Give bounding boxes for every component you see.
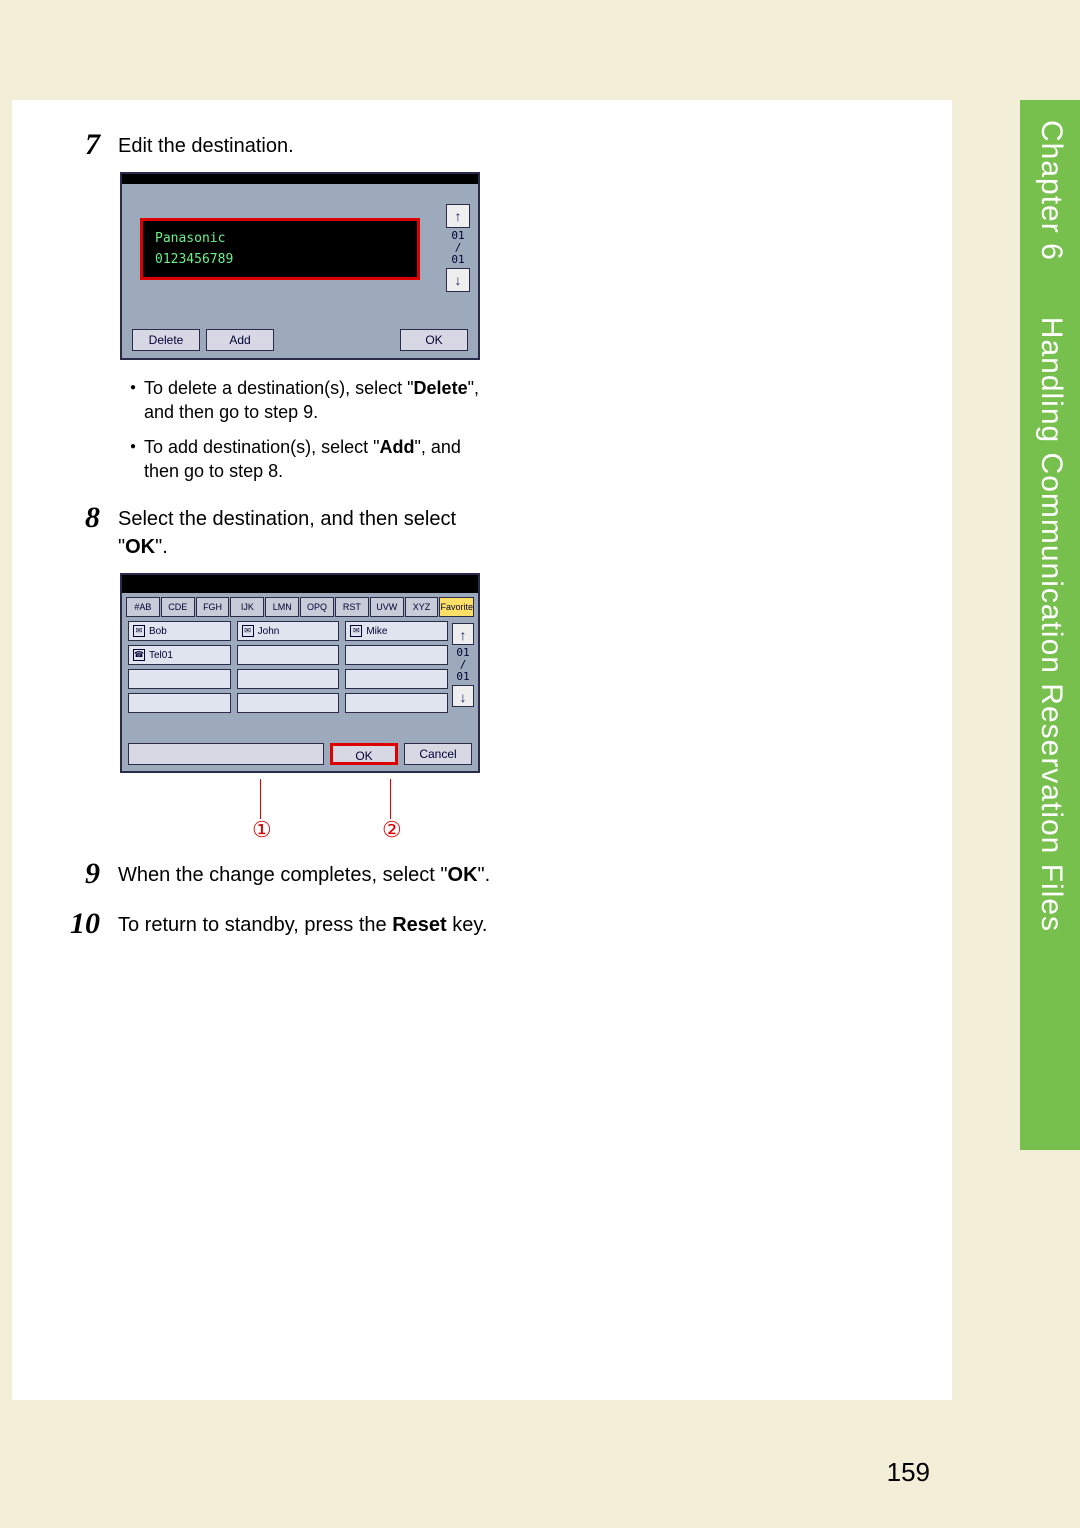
step-8: 8 Select the destination, and then selec… xyxy=(60,503,500,839)
contact-bob[interactable]: ✉Bob xyxy=(128,621,231,641)
scroll-group: ↑ 01 / 01 ↓ xyxy=(446,204,470,292)
tab-fgh[interactable]: FGH xyxy=(196,597,230,617)
scroll-group: ↑ 01 / 01 ↓ xyxy=(452,623,474,707)
scroll-up-icon[interactable]: ↑ xyxy=(452,623,474,645)
alpha-tabs: #AB CDE FGH IJK LMN OPQ RST UVW XYZ Favo… xyxy=(126,597,474,617)
step-number: 8 xyxy=(60,503,100,533)
contact-grid: ✉Bob ✉John ✉Mike ☎Tel01 xyxy=(128,621,448,713)
mail-icon: ✉ xyxy=(242,625,254,637)
bullet-delete: To delete a destination(s), select "Dele… xyxy=(130,376,500,425)
chapter-side-tab: Chapter 6 Handling Communication Reserva… xyxy=(1020,100,1080,1150)
scroll-down-icon[interactable]: ↓ xyxy=(452,685,474,707)
step-7: 7 Edit the destination. Panasonic 012345… xyxy=(60,130,500,483)
scroll-down-icon[interactable]: ↓ xyxy=(446,268,470,292)
callout-1: ① xyxy=(252,817,272,843)
callout-markers: ① ② xyxy=(120,789,480,839)
step-number: 10 xyxy=(60,909,100,939)
scroll-up-icon[interactable]: ↑ xyxy=(446,204,470,228)
contact-empty[interactable] xyxy=(345,693,448,713)
chapter-label: Chapter 6 xyxy=(1035,120,1068,261)
step-7-bullets: To delete a destination(s), select "Dele… xyxy=(130,376,500,483)
destination-number: 0123456789 xyxy=(155,250,405,271)
tab-lmn[interactable]: LMN xyxy=(265,597,299,617)
ok-button[interactable]: OK xyxy=(400,329,468,351)
spacer-bar xyxy=(128,743,324,765)
destination-entry[interactable]: Panasonic 0123456789 xyxy=(140,218,420,280)
tab-cde[interactable]: CDE xyxy=(161,597,195,617)
step-number: 9 xyxy=(60,859,100,889)
bullet-add: To add destination(s), select "Add", and… xyxy=(130,435,500,484)
chapter-title: Handling Communication Reservation Files xyxy=(1035,317,1068,932)
tab-opq[interactable]: OPQ xyxy=(300,597,334,617)
ok-button[interactable]: OK xyxy=(330,743,398,765)
page-indicator: 01 / 01 xyxy=(452,647,474,683)
destination-name: Panasonic xyxy=(155,229,405,250)
tab-ab[interactable]: #AB xyxy=(126,597,160,617)
contact-empty[interactable] xyxy=(345,645,448,665)
delete-button[interactable]: Delete xyxy=(132,329,200,351)
tab-favorite[interactable]: Favorite xyxy=(439,597,474,617)
step-number: 7 xyxy=(60,130,100,160)
callout-2: ② xyxy=(382,817,402,843)
contact-empty[interactable] xyxy=(237,669,340,689)
contact-empty[interactable] xyxy=(128,669,231,689)
step-10: 10 To return to standby, press the Reset… xyxy=(60,909,500,939)
phone-icon: ☎ xyxy=(133,649,145,661)
contact-john[interactable]: ✉John xyxy=(237,621,340,641)
page-indicator: 01 / 01 xyxy=(446,230,470,266)
contact-empty[interactable] xyxy=(237,693,340,713)
step-9: 9 When the change completes, select "OK"… xyxy=(60,859,500,889)
main-content: 7 Edit the destination. Panasonic 012345… xyxy=(60,130,500,959)
tab-xyz[interactable]: XYZ xyxy=(405,597,439,617)
contact-mike[interactable]: ✉Mike xyxy=(345,621,448,641)
step-text: When the change completes, select "OK". xyxy=(118,859,490,889)
step-text: Select the destination, and then select … xyxy=(118,503,500,561)
contact-empty[interactable] xyxy=(237,645,340,665)
screenshot-edit-destination: Panasonic 0123456789 ↑ 01 / 01 ↓ Delete … xyxy=(120,172,480,360)
step-text: To return to standby, press the Reset ke… xyxy=(118,909,487,939)
add-button[interactable]: Add xyxy=(206,329,274,351)
cancel-button[interactable]: Cancel xyxy=(404,743,472,765)
contact-empty[interactable] xyxy=(128,693,231,713)
mail-icon: ✉ xyxy=(133,625,145,637)
contact-empty[interactable] xyxy=(345,669,448,689)
tab-uvw[interactable]: UVW xyxy=(370,597,404,617)
tab-rst[interactable]: RST xyxy=(335,597,369,617)
step-text: Edit the destination. xyxy=(118,130,294,160)
page-number: 159 xyxy=(887,1457,930,1488)
contact-tel01[interactable]: ☎Tel01 xyxy=(128,645,231,665)
mail-icon: ✉ xyxy=(350,625,362,637)
tab-ijk[interactable]: IJK xyxy=(230,597,264,617)
screenshot-select-destination: #AB CDE FGH IJK LMN OPQ RST UVW XYZ Favo… xyxy=(120,573,480,773)
